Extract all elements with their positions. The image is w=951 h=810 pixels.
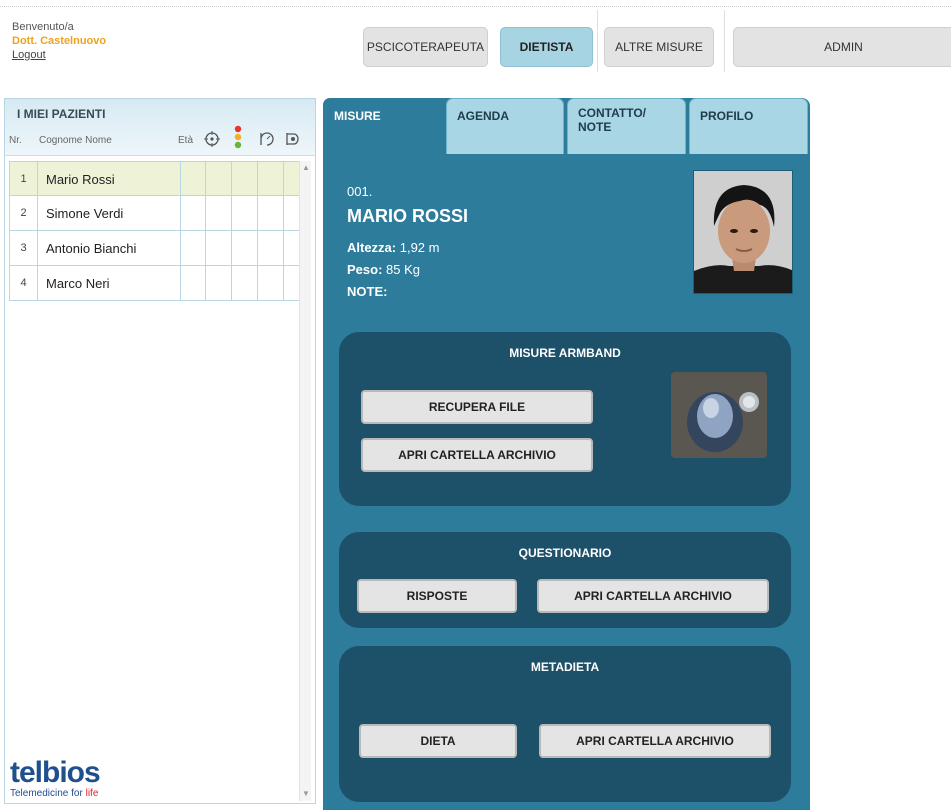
col-nr-header: Nr. <box>9 135 22 146</box>
dieta-button[interactable]: DIETA <box>359 724 517 758</box>
tab-misure[interactable]: MISURE <box>323 98 443 154</box>
patient-row-1[interactable]: 1 Mario Rossi <box>9 161 305 196</box>
patient-notes: NOTE: <box>347 284 388 299</box>
patient-nr: 1 <box>10 162 38 196</box>
scroll-down-icon[interactable]: ▼ <box>301 789 311 799</box>
risposte-button[interactable]: RISPOSTE <box>357 579 517 613</box>
patient-list-scrollbar[interactable]: ▲ ▼ <box>299 161 311 801</box>
patient-list-title: I MIEI PAZIENTI <box>17 107 106 121</box>
patient-list-header: I MIEI PAZIENTI Nr. Cognome Nome Età <box>5 99 315 156</box>
scale-icon[interactable] <box>258 131 274 147</box>
patient-nr: 2 <box>10 196 38 230</box>
metadieta-section: METADIETA DIETA APRI CARTELLA ARCHIVIO <box>339 646 791 802</box>
patient-weight: Peso: 85 Kg <box>347 262 420 277</box>
patient-nr: 3 <box>10 231 38 265</box>
tab-contatto-note[interactable]: CONTATTO/ NOTE <box>567 98 686 154</box>
nav-dietista-button[interactable]: DIETISTA <box>500 27 593 67</box>
questionario-apri-archivio-button[interactable]: APRI CARTELLA ARCHIVIO <box>537 579 769 613</box>
doctor-name: Dott. Castelnuovo <box>12 35 107 47</box>
metadieta-apri-archivio-button[interactable]: APRI CARTELLA ARCHIVIO <box>539 724 771 758</box>
telbios-logo: telbios Telemedicine for life <box>10 756 101 800</box>
patient-height: Altezza: 1,92 m <box>347 240 440 255</box>
logo-tagline: Telemedicine for life <box>10 788 99 799</box>
patient-list-panel: I MIEI PAZIENTI Nr. Cognome Nome Età 1 M… <box>4 98 316 804</box>
top-divider <box>0 6 951 7</box>
patient-full-name: MARIO ROSSI <box>347 206 469 226</box>
patient-detail-panel: MISURE AGENDA CONTATTO/ NOTE PROFILO 001… <box>323 98 810 810</box>
patient-name: Mario Rossi <box>46 171 115 187</box>
target-icon[interactable] <box>204 131 220 147</box>
nav-psicoterapeuta-button[interactable]: PSCICOTERAPEUTA <box>363 27 488 67</box>
col-age-header: Età <box>178 135 194 146</box>
patient-row-3[interactable]: 3 Antonio Bianchi <box>9 231 305 266</box>
recupera-file-button[interactable]: RECUPERA FILE <box>361 390 593 424</box>
patient-name: Antonio Bianchi <box>46 240 137 256</box>
welcome-block: Benvenuto/a Dott. Castelnuovo Logout <box>12 20 106 62</box>
patient-row-4[interactable]: 4 Marco Neri <box>9 266 305 301</box>
greeting-text: Benvenuto/a <box>12 21 74 33</box>
traffic-light-icon[interactable] <box>233 125 243 149</box>
patient-row-2[interactable]: 2 Simone Verdi <box>9 196 305 231</box>
nav-admin-button[interactable]: ADMIN <box>733 27 951 67</box>
stopwatch-icon[interactable] <box>283 131 299 147</box>
nav-separator <box>597 10 598 72</box>
patient-name: Simone Verdi <box>46 205 124 221</box>
armband-apri-archivio-button[interactable]: APRI CARTELLA ARCHIVIO <box>361 438 593 472</box>
tab-agenda[interactable]: AGENDA <box>446 98 564 154</box>
armband-section: MISURE ARMBAND RECUPERA FILE APRI CARTEL… <box>339 332 791 506</box>
armband-device-image <box>671 372 767 458</box>
questionario-title: QUESTIONARIO <box>518 546 612 560</box>
logout-link[interactable]: Logout <box>12 48 106 62</box>
logo-word: telbios <box>10 756 101 789</box>
questionario-section: QUESTIONARIO RISPOSTE APRI CARTELLA ARCH… <box>339 532 791 628</box>
patient-photo <box>693 170 793 294</box>
tab-profilo[interactable]: PROFILO <box>689 98 808 154</box>
nav-altre-misure-button[interactable]: ALTRE MISURE <box>604 27 714 67</box>
col-name-header: Cognome Nome <box>39 135 112 146</box>
patient-number: 001. <box>347 184 373 199</box>
nav-separator <box>724 10 725 72</box>
scroll-up-icon[interactable]: ▲ <box>301 163 311 173</box>
metadieta-title: METADIETA <box>530 660 600 674</box>
armband-title: MISURE ARMBAND <box>509 346 621 360</box>
patient-name: Marco Neri <box>46 275 110 291</box>
patient-nr: 4 <box>10 266 38 300</box>
